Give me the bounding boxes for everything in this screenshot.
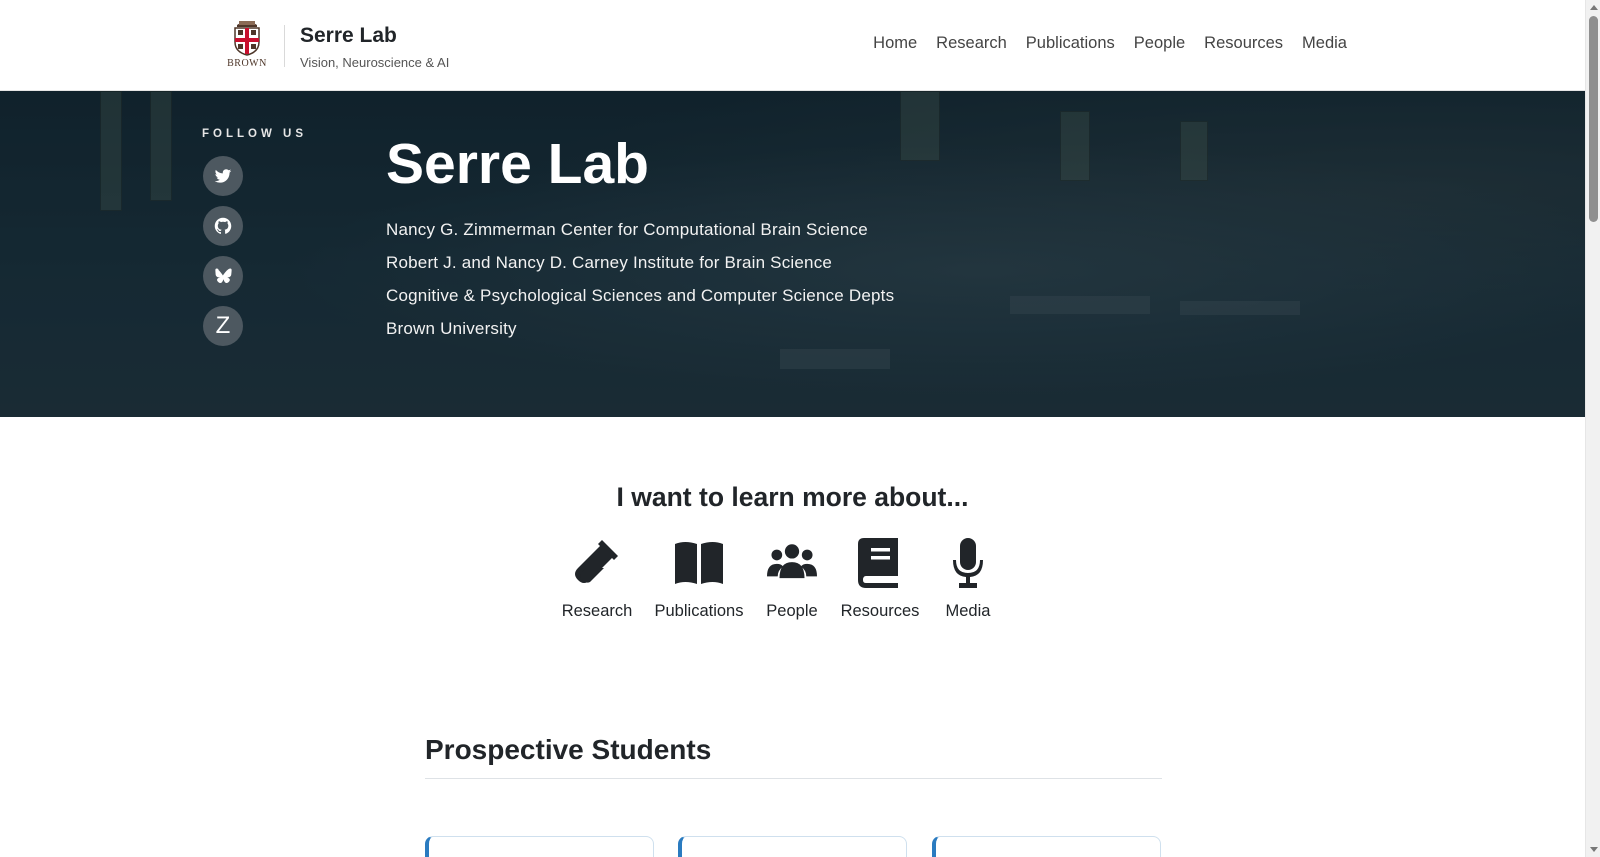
hero-title: Serre Lab [386,132,649,196]
top-navbar: BROWN Serre Lab Vision, Neuroscience & A… [0,0,1585,91]
users-icon [767,544,817,579]
nav-publications[interactable]: Publications [1026,34,1115,53]
quick-link-label: Publications [654,602,744,620]
prospective-card[interactable] [425,836,654,857]
zotero-link[interactable]: Z [203,306,243,346]
affiliation-line: Cognitive & Psychological Sciences and C… [386,286,895,305]
vertical-scrollbar[interactable] [1585,0,1600,857]
site-subtitle: Vision, Neuroscience & AI [300,54,450,70]
scrollbar-thumb[interactable] [1589,16,1598,222]
nav-media[interactable]: Media [1302,34,1347,53]
github-link[interactable] [203,206,243,246]
brown-university-logo: BROWN [224,18,270,74]
zotero-icon: Z [215,312,231,339]
quick-link-people[interactable]: People [764,538,820,621]
learn-more-heading: I want to learn more about... [616,482,969,512]
quick-link-label: Research [561,602,633,620]
follow-us-label: FOLLOW US [202,128,307,140]
site-title[interactable]: Serre Lab [300,23,449,49]
scroll-down-arrow-icon[interactable] [1590,847,1598,852]
section-divider [425,778,1162,779]
nav-people[interactable]: People [1134,34,1185,53]
twitter-link[interactable] [203,156,243,196]
prospective-students-heading: Prospective Students [425,734,712,765]
affiliation-line: Brown University [386,319,517,338]
quick-link-publications[interactable]: Publications [654,538,744,621]
github-icon [214,217,232,234]
quick-link-label: People [766,602,818,620]
quick-link-media[interactable]: Media [938,538,998,621]
nav-resources[interactable]: Resources [1204,34,1283,53]
prospective-card[interactable] [932,836,1161,857]
scroll-up-arrow-icon[interactable] [1590,5,1598,10]
nav-research[interactable]: Research [936,34,1007,53]
main-nav: Home Research Publications People Resour… [854,34,1347,53]
quick-links: Research Publications People Resources M… [562,538,998,621]
quick-link-research[interactable]: Research [562,538,632,621]
nav-home[interactable]: Home [873,34,917,53]
quick-link-resources[interactable]: Resources [840,538,920,621]
twitter-icon [214,169,232,183]
hero-banner: FOLLOW US Z Serre Lab Nancy G. Zimmerman… [0,91,1585,417]
affiliation-line: Robert J. and Nancy D. Carney Institute … [386,253,833,272]
quick-link-label: Resources [840,602,920,620]
brown-shield-icon [234,21,260,56]
flask-icon [575,540,618,583]
brown-wordmark: BROWN [227,58,267,69]
quick-link-label: Media [945,602,991,620]
book-open-icon [675,542,723,584]
affiliation-line: Nancy G. Zimmerman Center for Computatio… [386,220,868,239]
affiliations: Nancy G. Zimmerman Center for Computatio… [386,213,894,345]
microphone-icon [953,538,983,588]
book-icon [858,538,898,588]
bluesky-icon [215,268,232,284]
prospective-card[interactable] [678,836,907,857]
bluesky-link[interactable] [203,256,243,296]
brand[interactable]: BROWN Serre Lab Vision, Neuroscience & A… [224,18,449,74]
brand-divider [284,25,285,67]
